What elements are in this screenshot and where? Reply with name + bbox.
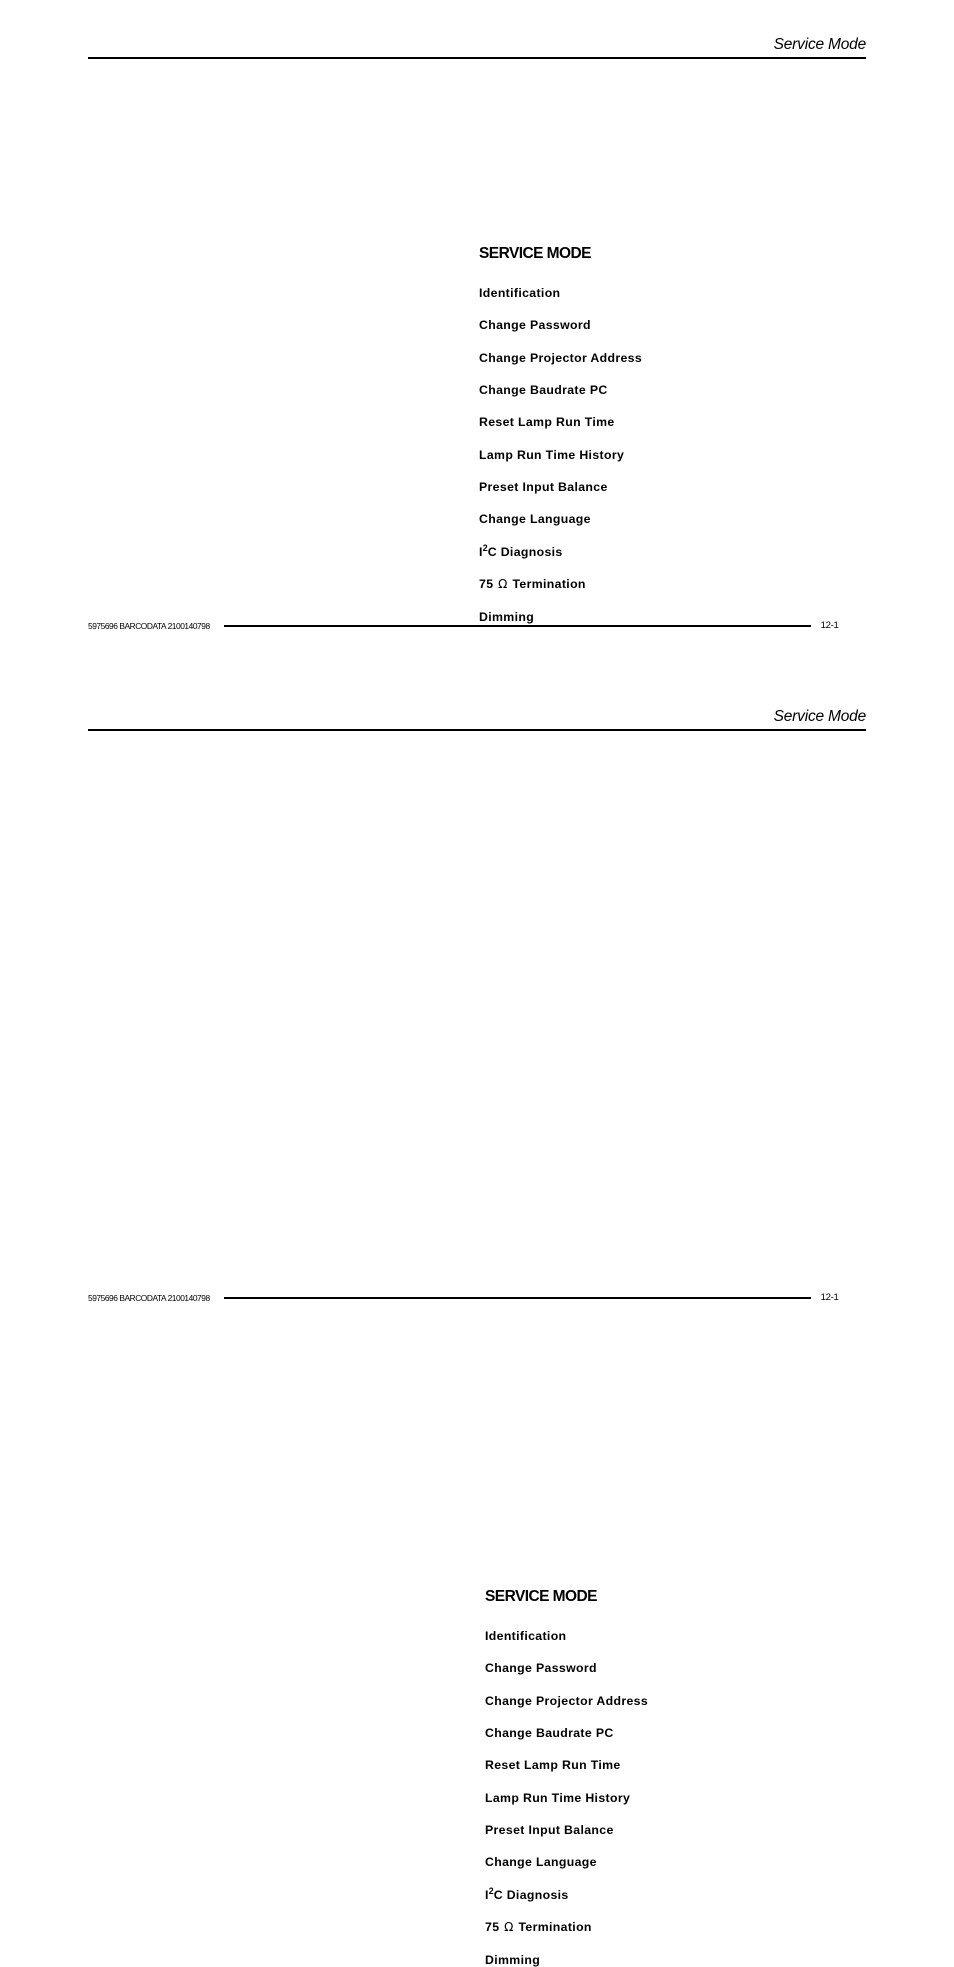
ohm-suffix: Termination	[508, 577, 586, 591]
menu-item-change-projector-address[interactable]: Change Projector Address	[479, 351, 642, 365]
footer-document-code: 5975696 BARCODATA 2100140798	[88, 1292, 210, 1303]
menu-item-change-projector-address[interactable]: Change Projector Address	[485, 1694, 648, 1708]
ohm-suffix: Termination	[514, 1920, 592, 1934]
service-mode-menu-list: Identification Change Password Change Pr…	[485, 1629, 648, 1967]
menu-item-dimming[interactable]: Dimming	[485, 1953, 648, 1967]
menu-item-lamp-run-time-history[interactable]: Lamp Run Time History	[485, 1791, 648, 1805]
page-header: Service Mode	[88, 36, 867, 60]
menu-item-change-baudrate-pc[interactable]: Change Baudrate PC	[479, 383, 642, 397]
menu-item-75-ohm-termination[interactable]: 75 Ω Termination	[485, 1920, 648, 1935]
menu-item-change-password[interactable]: Change Password	[479, 318, 642, 332]
menu-item-reset-lamp-run-time[interactable]: Reset Lamp Run Time	[485, 1758, 648, 1772]
menu-item-lamp-run-time-history[interactable]: Lamp Run Time History	[479, 448, 642, 462]
menu-heading: SERVICE MODE	[485, 1588, 598, 1605]
ohm-prefix: 75	[479, 577, 498, 591]
menu-item-change-language[interactable]: Change Language	[485, 1855, 648, 1869]
menu-item-preset-input-balance[interactable]: Preset Input Balance	[485, 1823, 648, 1837]
header-divider	[88, 729, 866, 732]
document-page-1: Service Mode SERVICE MODE Identification…	[0, 0, 954, 660]
ohm-symbol-icon: Ω	[498, 577, 508, 591]
menu-item-reset-lamp-run-time[interactable]: Reset Lamp Run Time	[479, 415, 642, 429]
footer-page-number: 12-1	[820, 1292, 839, 1304]
service-mode-menu-block: SERVICE MODE Identification Change Passw…	[479, 245, 642, 624]
header-title: Service Mode	[773, 36, 867, 53]
menu-item-identification[interactable]: Identification	[479, 286, 642, 300]
menu-item-change-password[interactable]: Change Password	[485, 1661, 648, 1675]
menu-item-identification[interactable]: Identification	[485, 1629, 648, 1643]
i2c-suffix: C Diagnosis	[487, 544, 563, 559]
menu-item-i2c-diagnosis[interactable]: I2C Diagnosis	[485, 1886, 648, 1902]
page-footer: 5975696 BARCODATA 2100140798 12-1	[88, 1291, 866, 1305]
header-title: Service Mode	[773, 708, 867, 725]
page-header: Service Mode	[88, 708, 867, 732]
service-mode-menu-block: SERVICE MODE Identification Change Passw…	[485, 1588, 648, 1967]
ohm-prefix: 75	[485, 1920, 504, 1934]
i2c-suffix: C Diagnosis	[493, 1887, 569, 1902]
footer-document-code: 5975696 BARCODATA 2100140798	[88, 620, 210, 631]
menu-item-75-ohm-termination[interactable]: 75 Ω Termination	[479, 577, 642, 592]
footer-divider	[223, 1297, 811, 1299]
footer-page-number: 12-1	[820, 620, 839, 632]
menu-item-change-baudrate-pc[interactable]: Change Baudrate PC	[485, 1726, 648, 1740]
menu-heading: SERVICE MODE	[479, 245, 592, 262]
ohm-symbol-icon: Ω	[504, 1920, 514, 1934]
menu-item-change-language[interactable]: Change Language	[479, 512, 642, 526]
service-mode-menu-list: Identification Change Password Change Pr…	[479, 286, 642, 624]
page-footer: 5975696 BARCODATA 2100140798 12-1	[88, 619, 866, 633]
header-divider	[88, 57, 866, 60]
menu-item-preset-input-balance[interactable]: Preset Input Balance	[479, 480, 642, 494]
menu-item-i2c-diagnosis[interactable]: I2C Diagnosis	[479, 543, 642, 559]
document-page-2: Service Mode SERVICE MODE Identification…	[0, 672, 954, 1967]
footer-divider	[223, 625, 811, 627]
